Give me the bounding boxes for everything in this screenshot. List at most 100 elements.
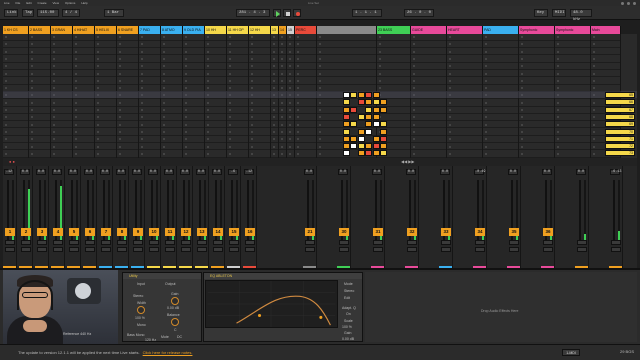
clip-slot[interactable]: [287, 56, 294, 63]
clip-slot[interactable]: [287, 151, 294, 158]
clip[interactable]: [342, 106, 350, 113]
clip-slot[interactable]: [271, 107, 278, 114]
clip-slot[interactable]: [183, 122, 204, 129]
clip-slot[interactable]: [295, 34, 316, 41]
clip-slot[interactable]: [161, 34, 182, 41]
clip-slot[interactable]: [411, 151, 446, 158]
eq-stereo-select[interactable]: Stereo: [344, 289, 354, 293]
track-header-14[interactable]: 14: [279, 26, 287, 34]
clip[interactable]: [380, 128, 387, 135]
track-activator-button[interactable]: 14: [213, 228, 223, 236]
track-header-17[interactable]: [317, 26, 377, 34]
clip-slot[interactable]: [519, 151, 554, 158]
track-activator-button[interactable]: 32: [407, 228, 417, 236]
clip-slot[interactable]: [95, 49, 116, 56]
track-header-5[interactable]: 5 HELIX: [95, 26, 117, 34]
clip-slot[interactable]: [139, 34, 160, 41]
clip-slot[interactable]: [29, 114, 50, 122]
track-activator-button[interactable]: 5: [69, 228, 79, 236]
track-activator-button[interactable]: 3: [37, 228, 47, 236]
clip-slot[interactable]: [555, 78, 590, 85]
track-activator-button[interactable]: 31: [373, 228, 383, 236]
utility-gain-knob[interactable]: [171, 297, 179, 305]
clip-slot[interactable]: [555, 71, 590, 78]
clip-slot[interactable]: [519, 41, 554, 49]
clip-slot[interactable]: [29, 71, 50, 78]
clip-slot[interactable]: [279, 71, 286, 78]
clip-slot[interactable]: [29, 144, 50, 151]
volume-readout[interactable]: 0.0: [68, 169, 78, 175]
clip-slot[interactable]: [139, 41, 160, 49]
clip-slot[interactable]: [295, 144, 316, 151]
eq-edit-button[interactable]: Edit: [344, 296, 350, 300]
clip[interactable]: [380, 121, 387, 128]
clip-slot[interactable]: [227, 114, 248, 122]
clip-slot[interactable]: [51, 151, 72, 158]
arm-button[interactable]: [229, 247, 239, 252]
clip-slot[interactable]: [205, 136, 226, 144]
clip[interactable]: [357, 92, 365, 98]
track-activator-button[interactable]: 33: [441, 228, 451, 236]
scene-launch-button[interactable]: 73: [605, 150, 635, 157]
clip-slot[interactable]: [3, 114, 28, 122]
clip-slot[interactable]: [295, 56, 316, 63]
menu-options[interactable]: Options: [65, 1, 75, 5]
arm-button[interactable]: [441, 247, 451, 252]
clip-slot[interactable]: [271, 144, 278, 151]
track-header-20[interactable]: HEART: [447, 26, 483, 34]
clip-slot[interactable]: [249, 114, 270, 122]
clip-slot[interactable]: [555, 144, 590, 151]
tap-button[interactable]: Tap: [22, 9, 34, 17]
clip-slot[interactable]: [117, 114, 138, 122]
track-activator-button[interactable]: 34: [475, 228, 485, 236]
track-header-4[interactable]: 4 HIHAT: [73, 26, 95, 34]
clip-slot[interactable]: [183, 49, 204, 56]
clip-slot[interactable]: [29, 34, 50, 41]
clip-slot[interactable]: [227, 34, 248, 41]
clip-slot[interactable]: [411, 63, 446, 71]
clip-slot[interactable]: [183, 78, 204, 85]
volume-readout[interactable]: 0.0: [212, 169, 222, 175]
clip-slot[interactable]: [183, 136, 204, 144]
volume-readout[interactable]: 0.0: [52, 169, 62, 175]
clip-slot[interactable]: [29, 49, 50, 56]
clip-slot[interactable]: [183, 56, 204, 63]
scene-launch-button[interactable]: 65: [605, 92, 635, 98]
clip-slot[interactable]: [183, 144, 204, 151]
menu-file[interactable]: File: [16, 1, 21, 5]
track-activator-button[interactable]: 36: [543, 228, 553, 236]
clip-slot[interactable]: [279, 144, 286, 151]
clip[interactable]: [380, 135, 387, 142]
arm-button[interactable]: [149, 247, 159, 252]
clip-slot[interactable]: [411, 100, 446, 107]
clip-slot[interactable]: [183, 34, 204, 41]
track-activator-button[interactable]: 1: [5, 228, 15, 236]
arm-button[interactable]: [407, 247, 417, 252]
menu-live[interactable]: Live: [4, 1, 10, 5]
clip-slot[interactable]: [411, 129, 446, 136]
clip-slot[interactable]: [447, 114, 482, 122]
clip-slot[interactable]: [117, 34, 138, 41]
clip-slot[interactable]: [51, 136, 72, 144]
clip-slot[interactable]: [3, 122, 28, 129]
clip-slot[interactable]: [161, 49, 182, 56]
solo-button[interactable]: [37, 240, 47, 245]
clip-slot[interactable]: [205, 144, 226, 151]
solo-button[interactable]: [339, 240, 349, 245]
clip-slot[interactable]: [287, 78, 294, 85]
arm-button[interactable]: [373, 247, 383, 252]
clip-slot[interactable]: [139, 78, 160, 85]
quantize-select[interactable]: 1 Bar: [104, 9, 124, 17]
clip-slot[interactable]: [317, 56, 376, 63]
track-header-9[interactable]: 9 OLD PIA: [183, 26, 205, 34]
clip-slot[interactable]: [227, 144, 248, 151]
scene-launch-button[interactable]: 69: [605, 121, 635, 128]
arm-button[interactable]: [305, 247, 315, 252]
clip[interactable]: [342, 92, 350, 98]
track-activator-button[interactable]: 7: [101, 228, 111, 236]
clip-slot[interactable]: [227, 71, 248, 78]
clip-slot[interactable]: [161, 100, 182, 107]
record-arm-icon[interactable]: ● ●: [9, 159, 15, 164]
volume-readout[interactable]: 0.0: [406, 169, 416, 175]
track-header-19[interactable]: GUIDE: [411, 26, 447, 34]
